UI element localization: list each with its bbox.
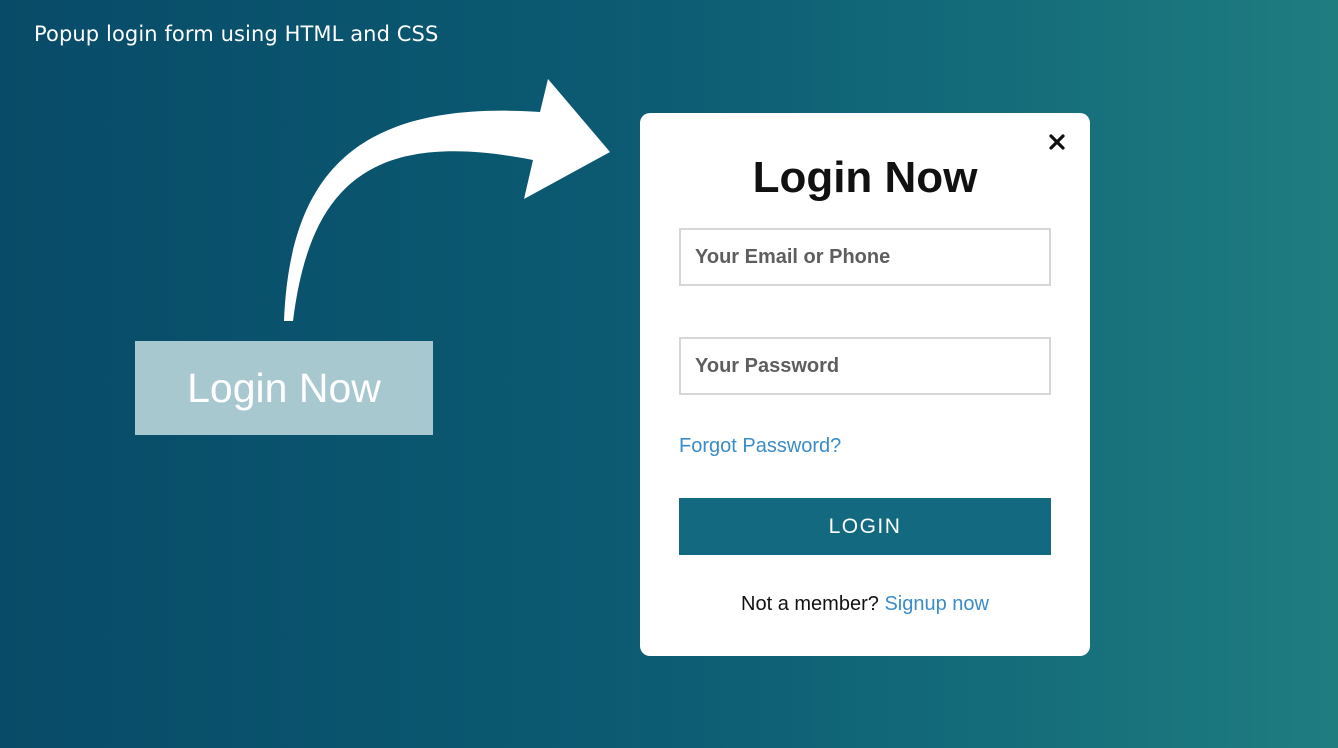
signup-prompt: Not a member?	[741, 593, 879, 615]
signup-row: Not a member? Signup now	[640, 593, 1090, 616]
close-icon[interactable]	[1046, 131, 1068, 153]
popup-title: Login Now	[752, 153, 978, 202]
signup-link[interactable]: Signup now	[884, 593, 989, 615]
forgot-password-link[interactable]: Forgot Password?	[679, 435, 841, 458]
login-popup: Login Now Forgot Password? LOGIN Not a m…	[640, 113, 1090, 656]
email-field[interactable]	[679, 228, 1051, 286]
password-field[interactable]	[679, 337, 1051, 395]
page-caption: Popup login form using HTML and CSS	[34, 22, 439, 46]
open-login-popup-button[interactable]: Login Now	[135, 341, 433, 435]
login-button[interactable]: LOGIN	[679, 498, 1051, 555]
